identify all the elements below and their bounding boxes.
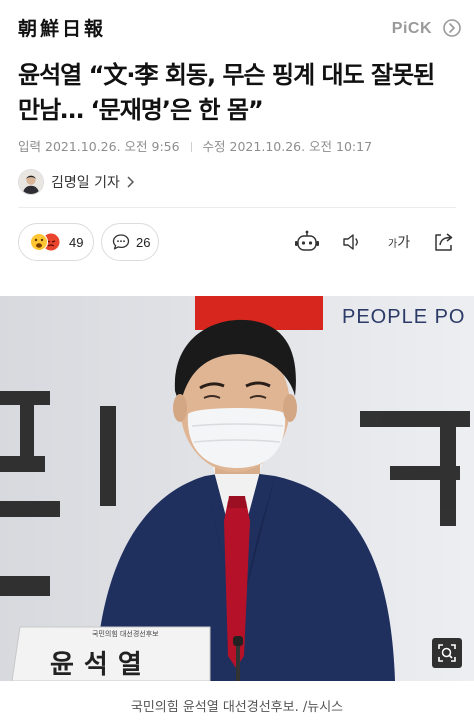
author-link[interactable]: 김명일 기자 [18,167,134,197]
robot-tts-icon[interactable] [294,230,320,254]
more-icon[interactable] [442,18,462,38]
published-label: 입력 [18,139,42,154]
comment-count: 26 [136,234,151,250]
nameplate-name: 윤석열 [50,650,152,680]
divider [18,207,456,208]
comments-button[interactable]: 26 [101,223,159,261]
reaction-emoji-icon [30,233,60,251]
speaker-icon[interactable] [341,230,363,254]
reactions-button[interactable]: 49 [18,223,94,261]
photo-illustration [0,296,474,681]
font-size-small-label: 가 [388,239,398,250]
author-avatar [18,169,44,195]
font-size-button[interactable]: 가가 [388,232,410,252]
expand-photo-icon[interactable] [432,638,462,668]
backdrop-text: PEOPLE PO [342,306,466,328]
app-header: 朝鮮日報 PiCK [0,0,474,56]
pick-badge[interactable]: PiCK [392,20,432,38]
photo-caption: 국민의힘 윤석열 대선경선후보. /뉴시스 [130,700,344,715]
nameplate-title: 국민의힘 대선경선후보 [92,630,159,638]
share-icon[interactable] [432,230,456,254]
article-headline: 윤석열 “文·李 회동, 무슨 핑계 대도 잘못된 만남… ‘문재명’은 한 몸… [18,61,435,124]
modified-time: 2021.10.26. 오전 10:17 [229,139,373,154]
font-size-large-label: 가 [397,235,411,251]
modified-label: 수정 [202,139,226,154]
comment-icon [112,234,130,250]
article-dates: 입력 2021.10.26. 오전 9:56 수정 2021.10.26. 오전… [18,136,372,155]
date-separator [190,142,192,152]
reaction-count: 49 [69,234,84,250]
chevron-right-icon [127,176,134,188]
published-time: 2021.10.26. 오전 9:56 [45,139,180,154]
chosun-logo[interactable]: 朝鮮日報 [18,14,106,41]
author-name[interactable]: 김명일 기자 [51,172,120,192]
article-photo[interactable]: PEOPLE PO 국민의힘 대선경선후보 윤석열 [0,296,474,681]
